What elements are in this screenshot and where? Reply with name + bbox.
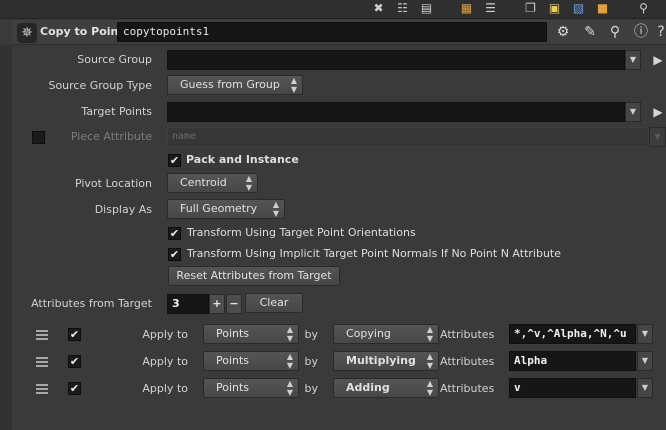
gear-icon[interactable]: ⚙ bbox=[553, 22, 573, 42]
transform-orient-checkbox[interactable]: ✔ bbox=[168, 227, 181, 240]
source-group-type-value: Guess from Group bbox=[180, 78, 280, 91]
updown-arrows-icon: ▲ ▼ bbox=[426, 352, 434, 370]
apply-method-value: Adding bbox=[346, 381, 390, 394]
apply-to-value: Points bbox=[216, 327, 250, 340]
pivot-location-value: Centroid bbox=[180, 176, 227, 189]
chevron-down-icon: ▼ bbox=[641, 356, 649, 365]
target-points-label: Target Points bbox=[81, 105, 152, 118]
node-type-icon[interactable]: ✵ bbox=[17, 23, 37, 43]
updown-arrows-icon: ▲ ▼ bbox=[426, 379, 434, 397]
piece-attribute-dropdown: ▼ bbox=[649, 127, 666, 147]
attributes-field[interactable]: *,^v,^Alpha,^N,^u bbox=[509, 324, 636, 344]
attributes-dropdown[interactable]: ▼ bbox=[637, 351, 653, 371]
brush-icon[interactable]: ✎ bbox=[580, 22, 600, 42]
by-label: by bbox=[304, 382, 319, 395]
source-group-type-label: Source Group Type bbox=[48, 79, 152, 92]
updown-arrows-icon: ▲ ▼ bbox=[286, 352, 294, 370]
apply-to-menu[interactable]: Points ▲ ▼ bbox=[203, 378, 299, 398]
updown-arrows-icon: ▲ ▼ bbox=[286, 325, 294, 343]
piece-attribute-label: Piece Attribute bbox=[70, 130, 152, 143]
chevron-down-icon: ▼ bbox=[629, 107, 637, 116]
transform-normals-checkbox[interactable]: ✔ bbox=[168, 248, 181, 261]
row-enable-checkbox[interactable]: ✔ bbox=[68, 355, 81, 368]
updown-arrows-icon: ▲ ▼ bbox=[426, 325, 434, 343]
info-icon[interactable]: ⓘ bbox=[631, 22, 651, 42]
apply-to-label: Apply to bbox=[142, 382, 188, 395]
attributes-label: Attributes bbox=[440, 328, 495, 341]
drag-handle-icon[interactable] bbox=[36, 384, 48, 394]
apply-method-menu[interactable]: Copying ▲ ▼ bbox=[333, 324, 439, 344]
help-icon[interactable]: ? bbox=[656, 22, 666, 42]
display-as-label: Display As bbox=[94, 203, 152, 216]
drag-handle-icon[interactable] bbox=[36, 330, 48, 340]
pack-and-instance-label: Pack and Instance bbox=[186, 153, 299, 166]
clear-attributes-button[interactable]: Clear bbox=[245, 293, 303, 313]
attributes-from-target-label: Attributes from Target bbox=[31, 297, 152, 310]
package-icon[interactable]: ■ bbox=[595, 1, 610, 16]
updown-arrows-icon: ▲ ▼ bbox=[272, 200, 280, 218]
image-add-icon[interactable]: ▧ bbox=[571, 1, 586, 16]
apply-method-menu[interactable]: Multiplying ▲ ▼ bbox=[333, 351, 439, 371]
tools-icon[interactable]: ✖ bbox=[371, 1, 386, 16]
reset-attributes-button[interactable]: Reset Attributes from Target bbox=[168, 266, 340, 286]
apply-method-menu[interactable]: Adding ▲ ▼ bbox=[333, 378, 439, 398]
pivot-location-menu[interactable]: Centroid ▲ ▼ bbox=[167, 173, 258, 193]
chevron-down-icon: ▼ bbox=[629, 55, 637, 64]
bookmark-list-icon[interactable]: ☰ bbox=[483, 1, 498, 16]
pivot-location-label: Pivot Location bbox=[74, 177, 152, 190]
updown-arrows-icon: ▲ ▼ bbox=[286, 379, 294, 397]
apply-to-label: Apply to bbox=[142, 328, 188, 341]
updown-arrows-icon: ▲ ▼ bbox=[290, 76, 298, 94]
left-margin bbox=[0, 45, 12, 430]
remove-attribute-button[interactable]: − bbox=[226, 294, 242, 314]
source-group-type-menu[interactable]: Guess from Group ▲ ▼ bbox=[167, 75, 303, 95]
window-icon[interactable]: ❐ bbox=[523, 1, 538, 16]
drag-handle-icon[interactable] bbox=[36, 357, 48, 367]
node-name-field[interactable]: copytopoints1 bbox=[117, 22, 547, 42]
chevron-down-icon: ▼ bbox=[641, 383, 649, 392]
target-points-dropdown[interactable]: ▼ bbox=[625, 102, 641, 122]
source-group-label: Source Group bbox=[77, 53, 152, 66]
by-label: by bbox=[304, 328, 319, 341]
apply-method-value: Copying bbox=[346, 327, 391, 340]
apply-to-menu[interactable]: Points ▲ ▼ bbox=[203, 324, 299, 344]
display-as-value: Full Geometry bbox=[180, 202, 258, 215]
parm-list-icon[interactable]: ☷ bbox=[395, 1, 410, 16]
attributes-field[interactable]: v bbox=[509, 378, 636, 398]
attributes-dropdown[interactable]: ▼ bbox=[637, 378, 653, 398]
apply-to-menu[interactable]: Points ▲ ▼ bbox=[203, 351, 299, 371]
apply-to-label: Apply to bbox=[142, 355, 188, 368]
updown-arrows-icon: ▲ ▼ bbox=[245, 174, 253, 192]
top-toolbar: ✖ ☷ ▤ ▦ ☰ ❐ ▣ ▧ ■ ⚲ bbox=[0, 0, 666, 19]
display-as-menu[interactable]: Full Geometry ▲ ▼ bbox=[167, 199, 285, 219]
source-group-field[interactable] bbox=[167, 50, 625, 70]
pack-and-instance-checkbox[interactable]: ✔ bbox=[168, 154, 181, 167]
select-arrow-icon[interactable]: ▶ bbox=[653, 50, 663, 70]
row-enable-checkbox[interactable]: ✔ bbox=[68, 382, 81, 395]
spreadsheet-icon[interactable]: ▤ bbox=[419, 1, 434, 16]
sticky-note-icon[interactable]: ▣ bbox=[547, 1, 562, 16]
transform-orient-label: Transform Using Target Point Orientation… bbox=[187, 226, 416, 239]
piece-attribute-field: name bbox=[167, 127, 649, 147]
select-arrow-icon[interactable]: ▶ bbox=[653, 102, 663, 122]
attributes-dropdown[interactable]: ▼ bbox=[637, 324, 653, 344]
color-palette-icon[interactable]: ▦ bbox=[459, 1, 474, 16]
attributes-label: Attributes bbox=[440, 382, 495, 395]
apply-method-value: Multiplying bbox=[346, 354, 416, 367]
add-attribute-button[interactable]: + bbox=[209, 294, 225, 314]
apply-to-value: Points bbox=[216, 354, 250, 367]
apply-to-value: Points bbox=[216, 381, 250, 394]
search-icon[interactable]: ⚲ bbox=[605, 22, 625, 42]
row-enable-checkbox[interactable]: ✔ bbox=[68, 328, 81, 341]
target-points-field[interactable] bbox=[167, 102, 625, 122]
attributes-label: Attributes bbox=[440, 355, 495, 368]
transform-normals-label: Transform Using Implicit Target Point No… bbox=[187, 247, 562, 260]
attributes-count-field[interactable]: 3 bbox=[167, 294, 209, 314]
attributes-field[interactable]: Alpha bbox=[509, 351, 636, 371]
by-label: by bbox=[304, 355, 319, 368]
source-group-dropdown[interactable]: ▼ bbox=[625, 50, 641, 70]
search-icon[interactable]: ⚲ bbox=[636, 1, 651, 16]
chevron-down-icon: ▼ bbox=[654, 132, 661, 141]
chevron-down-icon: ▼ bbox=[641, 329, 649, 338]
